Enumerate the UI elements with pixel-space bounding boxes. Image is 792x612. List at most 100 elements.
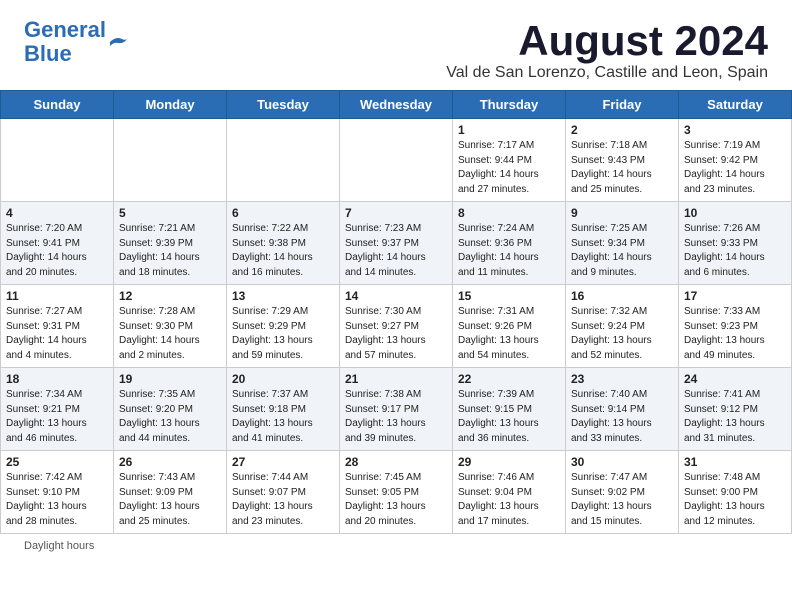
- logo-text: GeneralBlue: [24, 18, 106, 66]
- day-info: Sunrise: 7:27 AM Sunset: 9:31 PM Dayligh…: [6, 305, 108, 363]
- day-info: Sunrise: 7:18 AM Sunset: 9:43 PM Dayligh…: [571, 139, 673, 197]
- day-info: Sunrise: 7:20 AM Sunset: 9:41 PM Dayligh…: [6, 222, 108, 280]
- day-info: Sunrise: 7:40 AM Sunset: 9:14 PM Dayligh…: [571, 388, 673, 446]
- calendar-cell: [340, 119, 453, 202]
- day-number: 16: [571, 289, 673, 303]
- calendar-cell: [227, 119, 340, 202]
- calendar-cell: 2Sunrise: 7:18 AM Sunset: 9:43 PM Daylig…: [566, 119, 679, 202]
- page-header: GeneralBlue August 2024 Val de San Loren…: [0, 0, 792, 90]
- day-info: Sunrise: 7:34 AM Sunset: 9:21 PM Dayligh…: [6, 388, 108, 446]
- calendar-cell: 5 Sunrise: 7:21 AM Sunset: 9:39 PM Daylig…: [114, 202, 227, 285]
- day-number: 30: [571, 455, 673, 469]
- day-number: 24: [684, 372, 786, 386]
- day-number: 12: [119, 289, 221, 303]
- calendar-cell: 11 Sunrise: 7:27 AM Sunset: 9:31 PM Dayli…: [1, 285, 114, 368]
- day-info: Sunrise: 7:29 AM Sunset: 9:29 PM Dayligh…: [232, 305, 334, 363]
- calendar-cell: 9 Sunrise: 7:25 AM Sunset: 9:34 PM Daylig…: [566, 202, 679, 285]
- day-info: Sunrise: 7:45 AM Sunset: 9:05 PM Dayligh…: [345, 471, 447, 529]
- calendar-cell: 1Sunrise: 7:17 AM Sunset: 9:44 PM Daylig…: [453, 119, 566, 202]
- day-info: Sunrise: 7:28 AM Sunset: 9:30 PM Dayligh…: [119, 305, 221, 363]
- day-number: 9: [571, 206, 673, 220]
- logo-bird-icon: [108, 34, 130, 52]
- day-number: 18: [6, 372, 108, 386]
- day-info: Sunrise: 7:48 AM Sunset: 9:00 PM Dayligh…: [684, 471, 786, 529]
- day-number: 22: [458, 372, 560, 386]
- day-info: Sunrise: 7:35 AM Sunset: 9:20 PM Dayligh…: [119, 388, 221, 446]
- day-number: 5: [119, 206, 221, 220]
- day-info: Sunrise: 7:41 AM Sunset: 9:12 PM Dayligh…: [684, 388, 786, 446]
- header-day-sunday: Sunday: [1, 91, 114, 119]
- calendar-cell: 25Sunrise: 7:42 AM Sunset: 9:10 PM Dayli…: [1, 451, 114, 534]
- day-number: 6: [232, 206, 334, 220]
- calendar-cell: 26 Sunrise: 7:43 AM Sunset: 9:09 PM Dayli…: [114, 451, 227, 534]
- calendar-cell: 24 Sunrise: 7:41 AM Sunset: 9:12 PM Dayli…: [679, 368, 792, 451]
- calendar-cell: 30Sunrise: 7:47 AM Sunset: 9:02 PM Dayli…: [566, 451, 679, 534]
- day-number: 20: [232, 372, 334, 386]
- calendar-cell: 22Sunrise: 7:39 AM Sunset: 9:15 PM Dayli…: [453, 368, 566, 451]
- calendar-week-row: 11 Sunrise: 7:27 AM Sunset: 9:31 PM Dayli…: [1, 285, 792, 368]
- day-info: Sunrise: 7:37 AM Sunset: 9:18 PM Dayligh…: [232, 388, 334, 446]
- day-info: Sunrise: 7:22 AM Sunset: 9:38 PM Dayligh…: [232, 222, 334, 280]
- day-number: 19: [119, 372, 221, 386]
- calendar-cell: 12 Sunrise: 7:28 AM Sunset: 9:30 PM Dayli…: [114, 285, 227, 368]
- day-number: 28: [345, 455, 447, 469]
- day-number: 3: [684, 123, 786, 137]
- day-number: 21: [345, 372, 447, 386]
- day-number: 4: [6, 206, 108, 220]
- calendar-cell: 20 Sunrise: 7:37 AM Sunset: 9:18 PM Dayli…: [227, 368, 340, 451]
- calendar-cell: 19 Sunrise: 7:35 AM Sunset: 9:20 PM Dayli…: [114, 368, 227, 451]
- calendar-cell: 18 Sunrise: 7:34 AM Sunset: 9:21 PM Dayli…: [1, 368, 114, 451]
- calendar-cell: 16 Sunrise: 7:32 AM Sunset: 9:24 PM Dayli…: [566, 285, 679, 368]
- day-info: Sunrise: 7:23 AM Sunset: 9:37 PM Dayligh…: [345, 222, 447, 280]
- calendar-cell: 3 Sunrise: 7:19 AM Sunset: 9:42 PM Daylig…: [679, 119, 792, 202]
- header-day-monday: Monday: [114, 91, 227, 119]
- day-info: Sunrise: 7:19 AM Sunset: 9:42 PM Dayligh…: [684, 139, 786, 197]
- day-info: Sunrise: 7:43 AM Sunset: 9:09 PM Dayligh…: [119, 471, 221, 529]
- day-info: Sunrise: 7:46 AM Sunset: 9:04 PM Dayligh…: [458, 471, 560, 529]
- day-number: 15: [458, 289, 560, 303]
- day-number: 11: [6, 289, 108, 303]
- calendar-cell: 10Sunrise: 7:26 AM Sunset: 9:33 PM Dayli…: [679, 202, 792, 285]
- calendar-table: SundayMondayTuesdayWednesdayThursdayFrid…: [0, 90, 792, 534]
- calendar-cell: 14Sunrise: 7:30 AM Sunset: 9:27 PM Dayli…: [340, 285, 453, 368]
- day-number: 7: [345, 206, 447, 220]
- day-number: 10: [684, 206, 786, 220]
- day-number: 1: [458, 123, 560, 137]
- day-number: 27: [232, 455, 334, 469]
- day-number: 13: [232, 289, 334, 303]
- calendar-cell: 21Sunrise: 7:38 AM Sunset: 9:17 PM Dayli…: [340, 368, 453, 451]
- header-row: SundayMondayTuesdayWednesdayThursdayFrid…: [1, 91, 792, 119]
- calendar-week-row: 1Sunrise: 7:17 AM Sunset: 9:44 PM Daylig…: [1, 119, 792, 202]
- day-info: Sunrise: 7:42 AM Sunset: 9:10 PM Dayligh…: [6, 471, 108, 529]
- footer: Daylight hours: [0, 534, 792, 558]
- header-day-tuesday: Tuesday: [227, 91, 340, 119]
- calendar-header: SundayMondayTuesdayWednesdayThursdayFrid…: [1, 91, 792, 119]
- location: Val de San Lorenzo, Castille and Leon, S…: [446, 64, 768, 82]
- header-day-friday: Friday: [566, 91, 679, 119]
- calendar-cell: 29Sunrise: 7:46 AM Sunset: 9:04 PM Dayli…: [453, 451, 566, 534]
- calendar-week-row: 4 Sunrise: 7:20 AM Sunset: 9:41 PM Daylig…: [1, 202, 792, 285]
- calendar-cell: 31 Sunrise: 7:48 AM Sunset: 9:00 PM Dayli…: [679, 451, 792, 534]
- calendar-body: 1Sunrise: 7:17 AM Sunset: 9:44 PM Daylig…: [1, 119, 792, 534]
- day-info: Sunrise: 7:32 AM Sunset: 9:24 PM Dayligh…: [571, 305, 673, 363]
- calendar-cell: 17Sunrise: 7:33 AM Sunset: 9:23 PM Dayli…: [679, 285, 792, 368]
- month-title: August 2024: [446, 18, 768, 64]
- day-number: 26: [119, 455, 221, 469]
- calendar-cell: 13 Sunrise: 7:29 AM Sunset: 9:29 PM Dayli…: [227, 285, 340, 368]
- day-info: Sunrise: 7:25 AM Sunset: 9:34 PM Dayligh…: [571, 222, 673, 280]
- header-day-saturday: Saturday: [679, 91, 792, 119]
- calendar-cell: 27 Sunrise: 7:44 AM Sunset: 9:07 PM Dayli…: [227, 451, 340, 534]
- day-info: Sunrise: 7:30 AM Sunset: 9:27 PM Dayligh…: [345, 305, 447, 363]
- day-number: 31: [684, 455, 786, 469]
- day-info: Sunrise: 7:24 AM Sunset: 9:36 PM Dayligh…: [458, 222, 560, 280]
- title-section: August 2024 Val de San Lorenzo, Castille…: [446, 18, 768, 82]
- calendar-cell: 23Sunrise: 7:40 AM Sunset: 9:14 PM Dayli…: [566, 368, 679, 451]
- day-info: Sunrise: 7:44 AM Sunset: 9:07 PM Dayligh…: [232, 471, 334, 529]
- calendar-cell: 6 Sunrise: 7:22 AM Sunset: 9:38 PM Daylig…: [227, 202, 340, 285]
- calendar-cell: 15 Sunrise: 7:31 AM Sunset: 9:26 PM Dayli…: [453, 285, 566, 368]
- day-info: Sunrise: 7:31 AM Sunset: 9:26 PM Dayligh…: [458, 305, 560, 363]
- calendar-week-row: 18 Sunrise: 7:34 AM Sunset: 9:21 PM Dayli…: [1, 368, 792, 451]
- day-info: Sunrise: 7:21 AM Sunset: 9:39 PM Dayligh…: [119, 222, 221, 280]
- logo: GeneralBlue: [24, 18, 130, 66]
- daylight-label: Daylight hours: [24, 540, 94, 552]
